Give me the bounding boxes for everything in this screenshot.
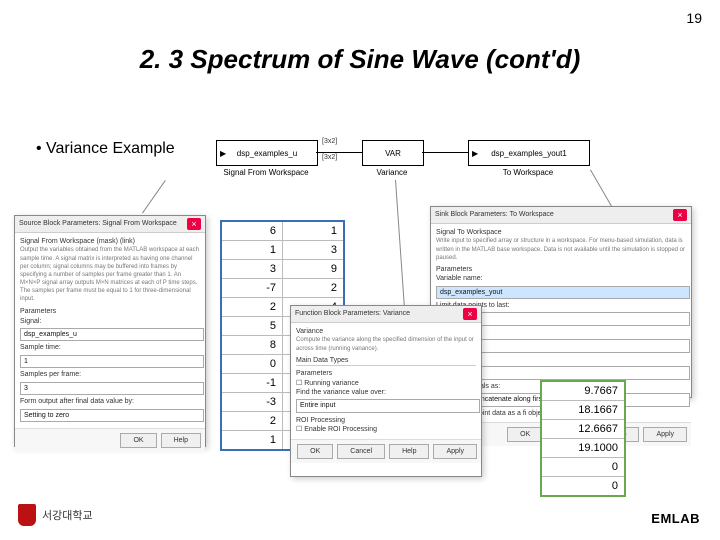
description-text: Output the variables obtained from the M… bbox=[20, 246, 200, 303]
bullet-variance-example: • Variance Example bbox=[36, 140, 175, 158]
page-title: 2. 3 Spectrum of Sine Wave (cont'd) bbox=[0, 44, 720, 75]
table-cell: 0 bbox=[221, 355, 283, 374]
section-header: Variance bbox=[296, 327, 476, 336]
section-header: ROI Processing bbox=[296, 416, 476, 425]
close-icon[interactable]: × bbox=[187, 218, 201, 230]
block-to-workspace[interactable]: dsp_examples_yout1 bbox=[468, 140, 590, 166]
table-cell: 1 bbox=[221, 241, 283, 260]
table-cell: 5 bbox=[221, 317, 283, 336]
apply-button[interactable]: Apply bbox=[643, 427, 687, 442]
variance-over-select[interactable]: Entire input bbox=[296, 399, 480, 412]
description-text: Compute the variance along the specified… bbox=[296, 336, 476, 352]
dialog-title: Sink Block Parameters: To Workspace bbox=[435, 210, 554, 219]
caption-to-workspace: To Workspace bbox=[468, 168, 588, 177]
dialog-source-block-parameters: Source Block Parameters: Signal From Wor… bbox=[14, 215, 206, 447]
table-cell: 9.7667 bbox=[541, 381, 625, 401]
signal-dim-top: [3x2] bbox=[322, 138, 337, 145]
table-cell: 18.1667 bbox=[541, 401, 625, 420]
caption-variance: Variance bbox=[362, 168, 422, 177]
section-header: Parameters bbox=[20, 307, 200, 316]
university-name: 서강대학교 bbox=[42, 507, 93, 523]
pointer-line bbox=[142, 180, 166, 213]
section-header: Parameters bbox=[436, 265, 686, 274]
dialog-title: Source Block Parameters: Signal From Wor… bbox=[19, 219, 177, 228]
label-signal: Signal: bbox=[20, 317, 200, 326]
table-cell: 9 bbox=[283, 260, 345, 279]
table-cell: 19.1000 bbox=[541, 439, 625, 458]
section-header: Parameters bbox=[296, 369, 476, 378]
table-cell: 3 bbox=[221, 260, 283, 279]
ok-button[interactable]: OK bbox=[120, 433, 156, 448]
lab-name: EMLAB bbox=[651, 511, 700, 526]
signal-dim-bottom: [3x2] bbox=[322, 154, 337, 161]
table-cell: 2 bbox=[221, 298, 283, 317]
output-data-table: 9.766718.166712.666719.100000 bbox=[540, 380, 626, 497]
section-header: Signal From Workspace (mask) (link) bbox=[20, 237, 200, 246]
section-header: Signal To Workspace bbox=[436, 228, 686, 237]
samples-per-frame-input[interactable]: 3 bbox=[20, 382, 204, 395]
signal-input[interactable]: dsp_examples_u bbox=[20, 328, 204, 341]
cancel-button[interactable]: Cancel bbox=[337, 444, 385, 459]
table-cell: 12.6667 bbox=[541, 420, 625, 439]
label-form-output: Form output after final data value by: bbox=[20, 397, 200, 406]
page-number: 19 bbox=[686, 10, 702, 26]
description-text: Write input to specified array or struct… bbox=[436, 237, 686, 261]
table-cell: 0 bbox=[541, 458, 625, 477]
dialog-title: Function Block Parameters: Variance bbox=[295, 309, 410, 318]
table-cell: -3 bbox=[221, 393, 283, 412]
close-icon[interactable]: × bbox=[673, 209, 687, 221]
ok-button[interactable]: OK bbox=[507, 427, 543, 442]
label-find-variance-over: Find the variance value over: bbox=[296, 388, 476, 397]
sample-time-input[interactable]: 1 bbox=[20, 355, 204, 368]
table-cell: 8 bbox=[221, 336, 283, 355]
table-cell: 6 bbox=[221, 221, 283, 241]
block-signal-from-workspace[interactable]: dsp_examples_u bbox=[216, 140, 318, 166]
form-output-select[interactable]: Setting to zero bbox=[20, 409, 204, 422]
checkbox-roi[interactable]: ☐ Enable ROI Processing bbox=[296, 425, 476, 434]
table-cell: 3 bbox=[283, 241, 345, 260]
wire-var-to-sink bbox=[422, 152, 468, 153]
table-cell: 1 bbox=[221, 431, 283, 451]
table-cell: 2 bbox=[221, 412, 283, 431]
table-cell: -1 bbox=[221, 374, 283, 393]
help-button[interactable]: Help bbox=[389, 444, 429, 459]
table-cell: 2 bbox=[283, 279, 345, 298]
apply-button[interactable]: Apply bbox=[433, 444, 477, 459]
label-variable-name: Variable name: bbox=[436, 274, 686, 283]
table-cell: -7 bbox=[221, 279, 283, 298]
block-variance[interactable]: VAR bbox=[362, 140, 424, 166]
pointer-line bbox=[395, 180, 405, 308]
label-sample-time: Sample time: bbox=[20, 343, 200, 352]
help-button[interactable]: Help bbox=[161, 433, 201, 448]
wire-from-to-var bbox=[316, 152, 362, 153]
variable-name-input[interactable]: dsp_examples_yout bbox=[436, 286, 690, 299]
checkbox-running-variance[interactable]: ☐ Running variance bbox=[296, 379, 476, 388]
close-icon[interactable]: × bbox=[463, 308, 477, 320]
table-cell: 1 bbox=[283, 221, 345, 241]
table-cell: 0 bbox=[541, 477, 625, 497]
tab-main[interactable]: Main Data Types bbox=[296, 356, 476, 366]
label-samples-per-frame: Samples per frame: bbox=[20, 370, 200, 379]
ok-button[interactable]: OK bbox=[297, 444, 333, 459]
dialog-function-block-variance: Function Block Parameters: Variance × Va… bbox=[290, 305, 482, 477]
caption-signal-from-workspace: Signal From Workspace bbox=[216, 168, 316, 177]
university-logo-icon bbox=[18, 504, 36, 526]
